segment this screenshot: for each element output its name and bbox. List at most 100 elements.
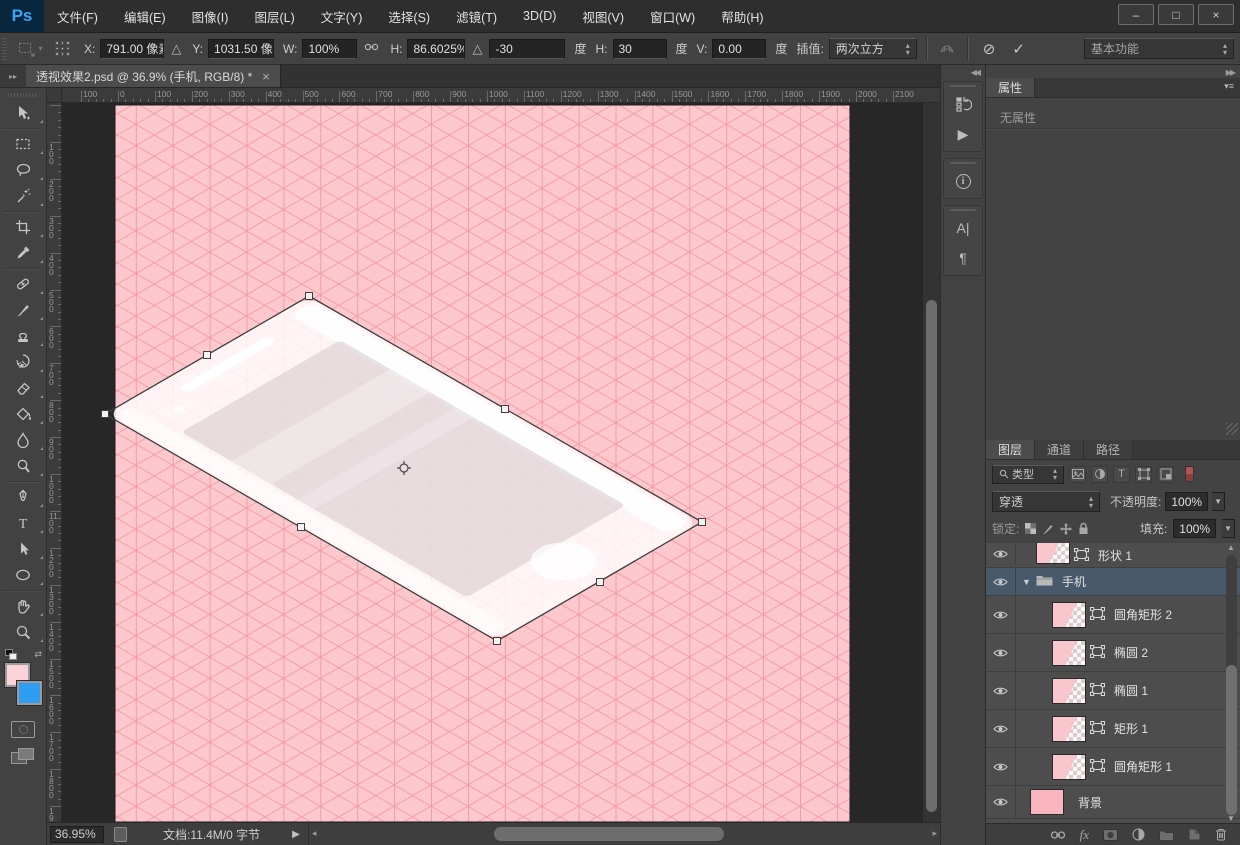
- blur-tool[interactable]: [0, 427, 46, 453]
- pen-tool[interactable]: [0, 484, 46, 510]
- layer-row-5[interactable]: 矩形 1: [986, 710, 1240, 748]
- menu-item-7[interactable]: 3D(D): [510, 0, 569, 32]
- clone-stamp-tool[interactable]: [0, 323, 46, 349]
- layer-visibility-icon[interactable]: [986, 634, 1016, 671]
- vertical-scrollbar[interactable]: [922, 103, 940, 822]
- layer-row-0[interactable]: 形状 1: [986, 543, 1240, 568]
- character-panel-button[interactable]: A|: [944, 213, 982, 243]
- menu-item-10[interactable]: 帮助(H): [708, 0, 776, 32]
- layer-row-4[interactable]: 椭圆 1: [986, 672, 1240, 710]
- vskew-input[interactable]: 0.00: [712, 38, 767, 59]
- layer-visibility-icon[interactable]: [986, 710, 1016, 747]
- zoom-level-field[interactable]: 36.95%: [50, 825, 104, 843]
- w-input[interactable]: 100%: [302, 38, 358, 59]
- menu-item-0[interactable]: 文件(F): [44, 0, 111, 32]
- scroll-right-icon[interactable]: ▸: [932, 828, 937, 839]
- filter-smart-object-icon[interactable]: [1157, 465, 1174, 483]
- status-expand-icon[interactable]: ▶: [292, 829, 300, 840]
- layer-row-2[interactable]: 圆角矩形 2: [986, 596, 1240, 634]
- link-layers-icon[interactable]: [1050, 830, 1066, 840]
- document-tab[interactable]: 透视效果2.psd @ 36.9% (手机, RGB/8) * ×: [26, 65, 281, 87]
- layer-row-7[interactable]: 背景: [986, 786, 1240, 819]
- link-scale-icon[interactable]: [362, 41, 381, 56]
- fill-field[interactable]: 100%: [1173, 519, 1216, 538]
- toolbar-collapse-button[interactable]: ▸▸: [0, 65, 26, 88]
- menu-item-5[interactable]: 选择(S): [375, 0, 443, 32]
- filter-type-layers-icon[interactable]: T: [1113, 465, 1130, 483]
- new-adjustment-layer-icon[interactable]: [1132, 828, 1145, 841]
- lock-position-icon[interactable]: [1060, 522, 1073, 535]
- panel-resize-grip[interactable]: [1226, 423, 1238, 435]
- marquee-tool[interactable]: [0, 131, 46, 157]
- reference-point-locator[interactable]: [54, 40, 71, 57]
- filter-type-dropdown[interactable]: 类型 ▴ ▾: [992, 464, 1064, 484]
- lock-pixels-icon[interactable]: [1042, 523, 1054, 535]
- brush-tool[interactable]: [0, 297, 46, 323]
- history-brush-tool[interactable]: [0, 349, 46, 375]
- maximize-button[interactable]: □: [1158, 4, 1194, 25]
- new-layer-icon[interactable]: [1188, 828, 1201, 841]
- fill-dropdown-icon[interactable]: ▼: [1222, 519, 1235, 538]
- add-layer-mask-icon[interactable]: [1103, 828, 1118, 841]
- opacity-field[interactable]: 100%: [1165, 492, 1209, 511]
- layer-style-icon[interactable]: fx: [1080, 827, 1089, 843]
- transform-handle[interactable]: [698, 518, 706, 526]
- filter-pixel-layers-icon[interactable]: [1069, 465, 1086, 483]
- delete-layer-icon[interactable]: [1215, 828, 1227, 841]
- tab-properties[interactable]: 属性: [986, 78, 1036, 97]
- horizontal-scrollbar[interactable]: ◂ ▸: [307, 823, 940, 845]
- layer-row-6[interactable]: 圆角矩形 1: [986, 748, 1240, 786]
- group-handle[interactable]: [950, 209, 976, 211]
- layer-visibility-icon[interactable]: [986, 748, 1016, 785]
- horizontal-ruler[interactable]: 100 0 100 200 300 400 500 600 700 800 900 1000 1100 1…: [62, 88, 940, 103]
- layer-thumbnail[interactable]: [1052, 601, 1086, 628]
- menu-item-9[interactable]: 窗口(W): [637, 0, 708, 32]
- menu-item-1[interactable]: 编辑(E): [111, 0, 179, 32]
- layer-thumbnail[interactable]: [1052, 715, 1086, 742]
- paragraph-panel-button[interactable]: ¶: [944, 243, 982, 273]
- gradient-tool[interactable]: [0, 401, 46, 427]
- type-tool[interactable]: T: [0, 510, 46, 536]
- canvas-artwork[interactable]: [62, 103, 922, 822]
- layer-visibility-icon[interactable]: [986, 672, 1016, 709]
- move-tool[interactable]: [0, 100, 46, 126]
- layer-visibility-icon[interactable]: [986, 596, 1016, 633]
- scroll-up-icon[interactable]: ▲: [1227, 543, 1235, 552]
- transform-handle[interactable]: [203, 351, 211, 359]
- menu-item-4[interactable]: 文字(Y): [308, 0, 376, 32]
- crop-tool[interactable]: [0, 214, 46, 240]
- menu-item-8[interactable]: 视图(V): [569, 0, 637, 32]
- tab-paths[interactable]: 路径: [1084, 440, 1134, 459]
- background-color-swatch[interactable]: [16, 680, 43, 706]
- layer-visibility-icon[interactable]: [986, 543, 1016, 564]
- h-input[interactable]: 86.6025%: [407, 38, 466, 59]
- quick-mask-button[interactable]: [11, 721, 35, 738]
- angle-input[interactable]: -30: [489, 38, 566, 59]
- tab-close-icon[interactable]: ×: [262, 69, 270, 84]
- filter-toggle-switch[interactable]: [1185, 466, 1194, 482]
- layer-thumbnail[interactable]: [1030, 789, 1064, 815]
- transform-handle[interactable]: [501, 405, 509, 413]
- x-input[interactable]: 791.00 像素: [100, 38, 165, 59]
- group-handle[interactable]: [950, 162, 976, 164]
- hand-tool[interactable]: [0, 593, 46, 619]
- filter-shape-layers-icon[interactable]: [1135, 465, 1152, 483]
- history-panel-button[interactable]: [944, 89, 982, 119]
- layer-visibility-icon[interactable]: [986, 568, 1016, 595]
- filter-adjustment-layers-icon[interactable]: [1091, 465, 1108, 483]
- interpolation-dropdown[interactable]: 两次立方 ▴ ▾: [828, 38, 917, 59]
- hskew-input[interactable]: 30: [612, 38, 667, 59]
- transform-handle[interactable]: [305, 292, 313, 300]
- layer-thumbnail[interactable]: [1036, 543, 1070, 564]
- menu-item-2[interactable]: 图像(I): [179, 0, 242, 32]
- healing-brush-tool[interactable]: [0, 271, 46, 297]
- layers-scroll-thumb[interactable]: [1226, 665, 1237, 815]
- layer-visibility-icon[interactable]: [986, 786, 1016, 818]
- document-viewport[interactable]: [62, 103, 922, 822]
- scroll-left-icon[interactable]: ◂: [312, 828, 317, 839]
- horizontal-scroll-thumb[interactable]: [493, 827, 724, 841]
- lasso-tool[interactable]: [0, 157, 46, 183]
- group-handle[interactable]: [950, 85, 976, 87]
- transform-handle[interactable]: [596, 578, 604, 586]
- commit-transform-icon[interactable]: ✓: [1006, 40, 1031, 58]
